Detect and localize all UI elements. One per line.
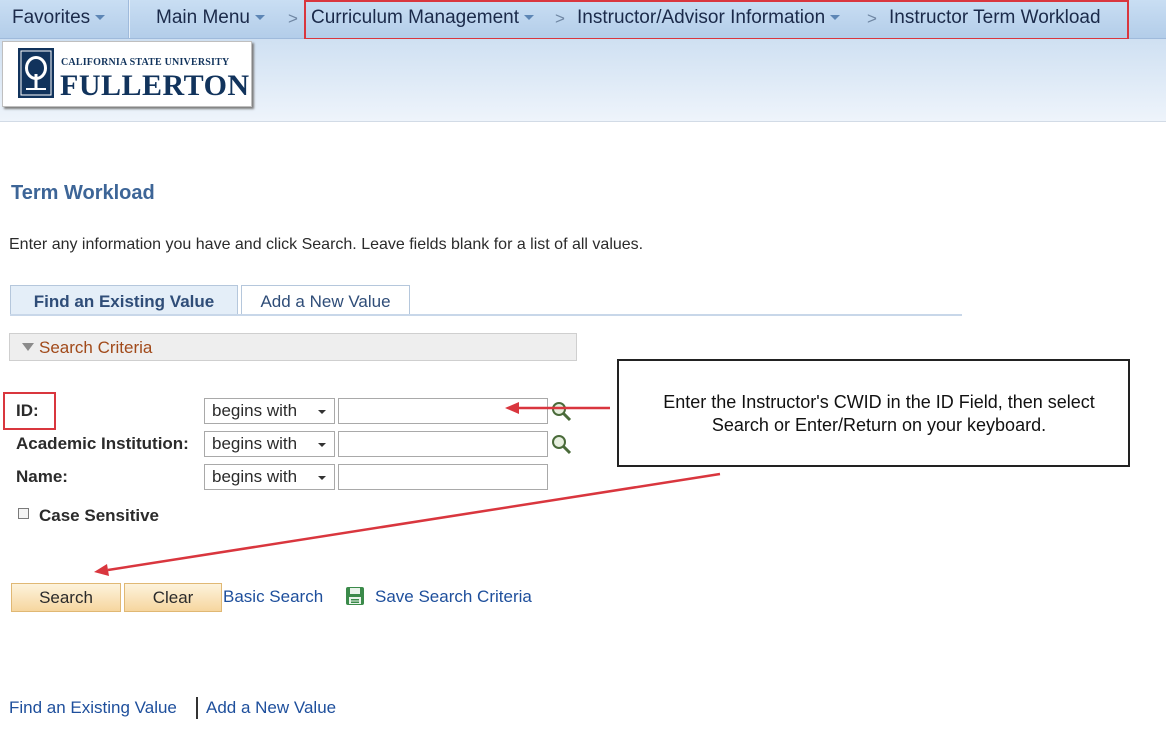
footer-divider	[196, 697, 198, 719]
lookup-magnifier-icon[interactable]	[550, 400, 572, 422]
operator-value: begins with	[212, 434, 298, 453]
breadcrumb-highlight-box	[304, 0, 1129, 40]
case-sensitive-checkbox[interactable]	[18, 508, 29, 519]
annotation-callout: Enter the Instructor's CWID in the ID Fi…	[617, 359, 1130, 467]
page-title: Term Workload	[11, 182, 155, 204]
search-criteria-header[interactable]: Search Criteria	[9, 333, 577, 361]
id-input[interactable]	[338, 398, 548, 424]
chevron-down-icon	[255, 15, 265, 21]
id-highlight-box	[3, 392, 56, 430]
header-banner: CALIFORNIA STATE UNIVERSITY FULLERTON	[0, 39, 1166, 122]
search-button[interactable]: Search	[11, 583, 121, 612]
dropdown-arrow-icon	[318, 476, 326, 480]
university-logo[interactable]: CALIFORNIA STATE UNIVERSITY FULLERTON	[2, 41, 252, 107]
name-input[interactable]	[338, 464, 548, 490]
dropdown-arrow-icon	[318, 410, 326, 414]
save-search-criteria-link[interactable]: Save Search Criteria	[375, 587, 532, 607]
id-operator-select[interactable]: begins with	[204, 398, 335, 424]
main-menu[interactable]: Main Menu	[156, 7, 265, 29]
basic-search-link[interactable]: Basic Search	[223, 587, 323, 607]
tab-find-existing-value[interactable]: Find an Existing Value	[10, 285, 238, 315]
favorites-label: Favorites	[12, 7, 91, 28]
academic-institution-input[interactable]	[338, 431, 548, 457]
logo-line-2: FULLERTON	[60, 69, 250, 102]
footer-add-new-value-link[interactable]: Add a New Value	[206, 698, 336, 718]
name-label: Name:	[16, 467, 68, 486]
tab-underline	[10, 314, 962, 316]
tree-seal-icon	[18, 48, 54, 98]
breadcrumb-separator: >	[288, 9, 298, 28]
page-instructions: Enter any information you have and click…	[9, 236, 644, 253]
tab-add-new-value[interactable]: Add a New Value	[241, 285, 410, 315]
favorites-menu[interactable]: Favorites	[12, 7, 106, 29]
footer-find-existing-value-link[interactable]: Find an Existing Value	[9, 698, 177, 718]
annotation-text: Enter the Instructor's CWID in the ID Fi…	[663, 392, 1095, 435]
academic-institution-label: Academic Institution:	[16, 434, 189, 453]
nav-divider	[128, 0, 130, 38]
search-criteria-label: Search Criteria	[39, 338, 153, 357]
institution-operator-select[interactable]: begins with	[204, 431, 335, 457]
operator-value: begins with	[212, 401, 298, 420]
operator-value: begins with	[212, 467, 298, 486]
logo-line-1: CALIFORNIA STATE UNIVERSITY	[61, 57, 230, 68]
clear-button[interactable]: Clear	[124, 583, 222, 612]
main-menu-label: Main Menu	[156, 7, 250, 28]
name-operator-select[interactable]: begins with	[204, 464, 335, 490]
dropdown-arrow-icon	[318, 443, 326, 447]
case-sensitive-label: Case Sensitive	[39, 506, 160, 525]
lookup-magnifier-icon[interactable]	[550, 433, 572, 455]
save-disk-icon[interactable]	[345, 586, 365, 606]
chevron-down-icon	[95, 15, 106, 21]
collapse-triangle-icon	[22, 343, 34, 351]
